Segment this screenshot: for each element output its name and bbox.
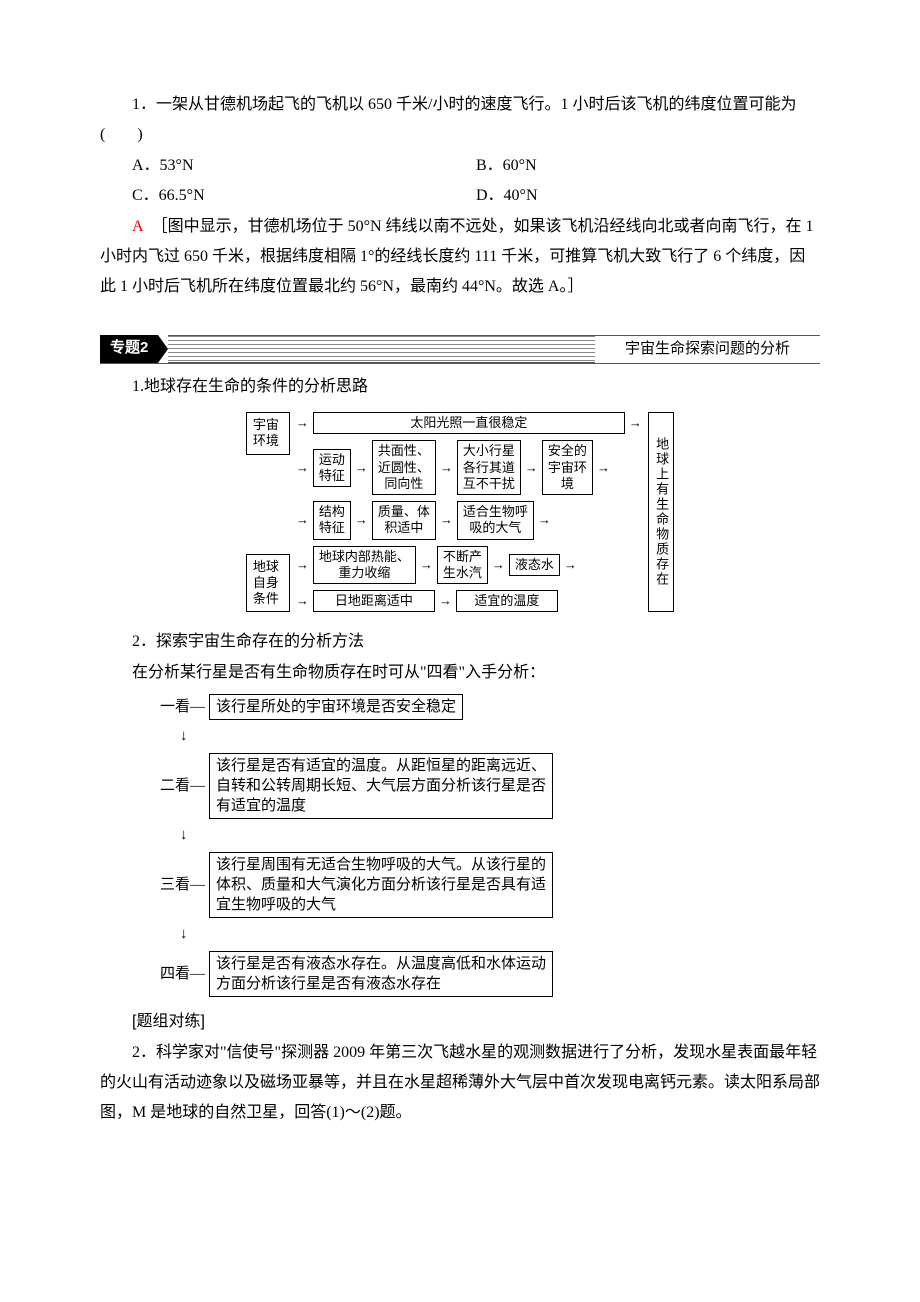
arrow-right-icon: →	[296, 415, 309, 431]
topic2-title: 宇宙生命探索问题的分析	[595, 335, 820, 363]
d1-row1-a: 太阳光照一直很稳定	[313, 412, 625, 434]
arrow-right-icon: →	[597, 460, 610, 476]
arrow-down-icon: ↓	[180, 726, 820, 746]
look2-box: 该行星是否有适宜的温度。从距恒星的距离远近、自转和公转周期长短、大气层方面分析该…	[209, 753, 553, 820]
diagram2: 一看— 该行星所处的宇宙环境是否安全稳定 ↓ 二看— 该行星是否有适宜的温度。从…	[160, 694, 820, 997]
section2-title: 2．探索宇宙生命存在的分析方法	[100, 627, 820, 657]
section1-title: 1.地球存在生命的条件的分析思路	[100, 372, 820, 402]
look3-box: 该行星周围有无适合生物呼吸的大气。从该行星的体积、质量和大气演化方面分析该行星是…	[209, 852, 553, 919]
q1-choice-D: D．40°N	[476, 181, 820, 211]
d1-row4-a: 地球内部热能、 重力收缩	[313, 546, 416, 585]
q1-answer-letter: A	[132, 218, 144, 235]
d1-row2-d: 安全的 宇宙环 境	[542, 440, 593, 495]
topic2-label: 专题2	[100, 335, 158, 363]
arrow-right-icon: →	[355, 460, 368, 476]
d1-right: 地球上有生命物质存在	[648, 412, 674, 612]
look3-label: 三看—	[160, 875, 205, 895]
q1-choice-A: A．53°N	[132, 151, 476, 181]
look1-box: 该行星所处的宇宙环境是否安全稳定	[209, 694, 463, 720]
arrow-right-icon: →	[538, 512, 551, 528]
d1-row4-b: 不断产 生水汽	[437, 546, 488, 585]
topic2-banner: 专题2 宇宙生命探索问题的分析	[100, 335, 820, 364]
q1-stem: 1．一架从甘德机场起飞的飞机以 650 千米/小时的速度飞行。1 小时后该飞机的…	[100, 90, 820, 151]
arrow-right-icon: →	[564, 557, 577, 573]
d1-row2-b: 共面性、 近圆性、 同向性	[372, 440, 436, 495]
arrow-right-icon: →	[296, 512, 309, 528]
arrow-right-icon: →	[439, 593, 452, 609]
arrow-down-icon: ↓	[180, 924, 820, 944]
d1-left-env: 宇宙 环境	[246, 412, 290, 455]
look4-box: 该行星是否有液态水存在。从温度高低和水体运动方面分析该行星是否有液态水存在	[209, 951, 553, 998]
q1-choice-B: B．60°N	[476, 151, 820, 181]
q1-choice-C: C．66.5°N	[132, 181, 476, 211]
arrow-right-icon: →	[525, 460, 538, 476]
arrow-right-icon: →	[420, 557, 433, 573]
topic2-label-arrow	[158, 335, 168, 363]
d1-row3-c: 适合生物呼 吸的大气	[457, 501, 534, 540]
arrow-right-icon: →	[355, 512, 368, 528]
d1-left-self: 地球 自身 条件	[246, 554, 290, 613]
d1-row4-c: 液态水	[509, 554, 560, 576]
d1-row2-a: 运动 特征	[313, 449, 351, 488]
q1-explanation: ［图中显示，甘德机场位于 50°N 纬线以南不远处，如果该飞机沿经线向北或者向南…	[100, 218, 814, 296]
look1-label: 一看—	[160, 697, 205, 717]
d1-row2-c: 大小行星 各行其道 互不干扰	[457, 440, 521, 495]
arrow-right-icon: →	[296, 460, 309, 476]
q1-explanation-row: A［图中显示，甘德机场位于 50°N 纬线以南不远处，如果该飞机沿经线向北或者向…	[100, 212, 820, 303]
arrow-right-icon: →	[629, 415, 642, 431]
arrow-right-icon: →	[296, 593, 309, 609]
section2-intro: 在分析某行星是否有生命物质存在时可从"四看"入手分析：	[100, 658, 820, 688]
d1-row5-b: 适宜的温度	[456, 590, 558, 612]
look2-label: 二看—	[160, 776, 205, 796]
diagram1: 宇宙 环境 地球 自身 条件 → 太阳光照一直很稳定 → → 运动 特征 → 共…	[100, 412, 820, 612]
d1-row3-a: 结构 特征	[313, 501, 351, 540]
arrow-right-icon: →	[296, 557, 309, 573]
practice-label: [题组对练]	[100, 1007, 820, 1037]
d1-row5-a: 日地距离适中	[313, 590, 435, 612]
arrow-down-icon: ↓	[180, 825, 820, 845]
arrow-right-icon: →	[440, 460, 453, 476]
look4-label: 四看—	[160, 964, 205, 984]
q2-stem: 2．科学家对"信使号"探测器 2009 年第三次飞越水星的观测数据进行了分析，发…	[100, 1038, 820, 1129]
d1-row3-b: 质量、体 积适中	[372, 501, 436, 540]
arrow-right-icon: →	[440, 512, 453, 528]
q1-choices: A．53°N B．60°N C．66.5°N D．40°N	[132, 151, 820, 212]
arrow-right-icon: →	[492, 557, 505, 573]
topic2-spacer	[168, 335, 595, 363]
